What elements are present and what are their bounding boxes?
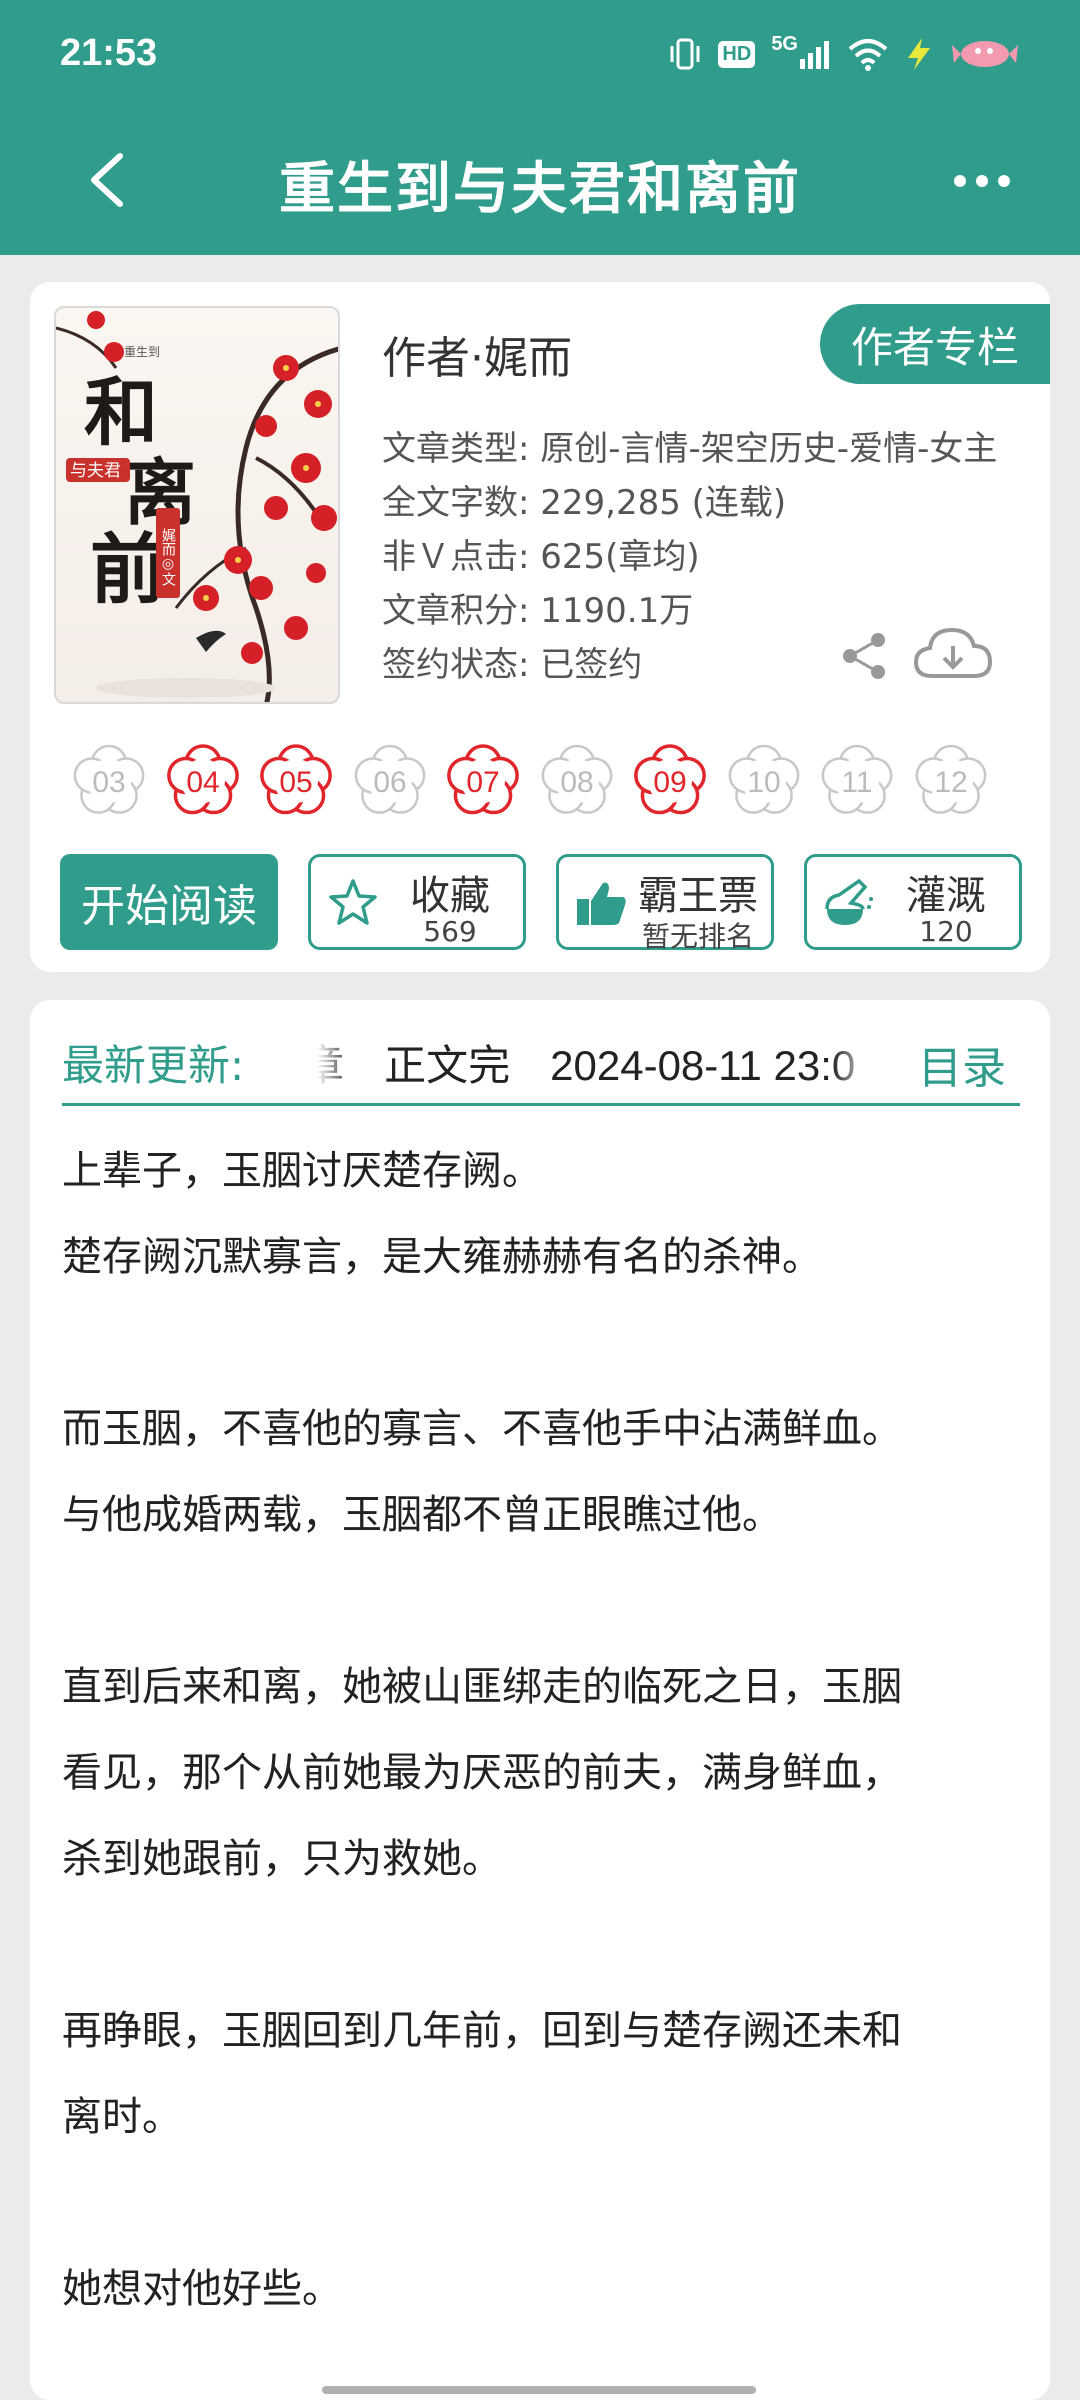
hd-icon: HD <box>718 34 756 74</box>
author-column-button[interactable]: 作者专栏 <box>820 304 1050 384</box>
synopsis-line <box>62 1902 1022 1988</box>
table-of-contents-link[interactable]: 目录 <box>918 1032 1006 1096</box>
status-icons: HD 5G <box>668 32 1020 74</box>
cover-series: 重生到 <box>124 345 160 359</box>
synopsis-line: 看见，那个从前她最为厌恶的前夫，满身鲜血， <box>62 1750 902 1796</box>
page-title: 重生到与夫君和离前 <box>279 157 801 222</box>
nutrient-bottle-icon <box>825 878 873 925</box>
start-reading-button[interactable]: 开始阅读 <box>60 854 278 950</box>
action-row: 开始阅读 收藏 569 霸王票 暂无排名 灌溉 120 <box>60 854 1022 953</box>
signal-icon: 5G <box>771 32 832 74</box>
synopsis-line: 杀到她跟前，只为救她。 <box>62 1836 502 1882</box>
episode-label: 06 <box>373 766 406 799</box>
synopsis-line: 再睁眼，玉胭回到几年前，回到与楚存阙还未和 <box>62 2008 902 2054</box>
synopsis-line: 她想对他好些。 <box>62 2266 342 2312</box>
episode-flower-03[interactable]: 03 <box>68 738 150 820</box>
episode-flower-10[interactable]: 10 <box>723 738 805 820</box>
overlord-ticket-label: 霸王票 <box>638 873 758 919</box>
cover-subtitle: 与夫君 <box>70 461 121 481</box>
charging-icon <box>904 34 934 74</box>
episode-flower-08[interactable]: 08 <box>536 738 618 820</box>
episode-label: 03 <box>92 766 125 799</box>
favorite-count: 569 <box>423 915 477 948</box>
more-button[interactable] <box>942 166 1022 196</box>
latest-chapter-status: 正文完 <box>384 1041 511 1090</box>
episode-label: 04 <box>186 766 219 799</box>
back-button[interactable] <box>80 148 140 212</box>
more-dot <box>976 175 988 187</box>
wifi-icon <box>848 34 888 74</box>
episode-label: 08 <box>560 766 593 799</box>
latest-update-text: 章 正文完 2024-08-11 23:0 <box>302 1032 882 1093</box>
synopsis-line: 而玉胭，不喜他的寡言、不喜他手中沾满鲜血。 <box>62 1406 902 1452</box>
vibrate-icon <box>668 34 702 74</box>
episode-flower-09[interactable]: 09 <box>629 738 711 820</box>
book-cover[interactable]: 重生到 和 离 前 与夫君 娓而◎文 <box>54 306 340 704</box>
episode-label: 07 <box>466 766 499 799</box>
synopsis-card: 最新更新: 章 正文完 2024-08-11 23:0 目录 上辈子，玉胭讨厌楚… <box>30 1000 1050 2400</box>
episode-label: 05 <box>279 766 312 799</box>
chevron-left-icon <box>91 153 123 207</box>
meta-word-count: 全文字数: 229,285 (连载) <box>382 483 787 523</box>
status-time: 21:53 <box>60 32 158 74</box>
synopsis-line: 上辈子，玉胭讨厌楚存阙。 <box>62 1148 542 1194</box>
hd-badge: HD <box>718 40 756 68</box>
synopsis-line: 楚存阙沉默寡言，是大雍赫赫有名的杀神。 <box>62 1234 822 1280</box>
latest-update-bar[interactable]: 最新更新: 章 正文完 2024-08-11 23:0 目录 <box>62 1020 1020 1106</box>
episode-flower-06[interactable]: 06 <box>349 738 431 820</box>
irrigate-button[interactable]: 灌溉 120 <box>804 854 1022 950</box>
marquee-fade-left <box>302 1020 352 1100</box>
nav-bar: 重生到与夫君和离前 <box>0 130 1080 230</box>
favorite-label: 收藏 <box>410 873 490 919</box>
overlord-ticket-rank: 暂无排名 <box>641 920 754 953</box>
episode-label: 10 <box>747 766 780 799</box>
home-indicator[interactable] <box>322 2386 756 2394</box>
synopsis-line: 与他成婚两载，玉胭都不曾正眼瞧过他。 <box>62 1492 782 1538</box>
cover-char-1: 和 <box>84 370 158 456</box>
synopsis-line <box>62 1558 1022 1644</box>
favorite-button[interactable]: 收藏 569 <box>308 854 526 950</box>
marquee-fade-right <box>832 1020 892 1100</box>
irrigate-count: 120 <box>919 915 973 948</box>
thumbs-up-icon <box>577 882 626 925</box>
more-dots-icon <box>954 175 966 187</box>
episode-flower-05[interactable]: 05 <box>255 738 337 820</box>
overlord-ticket-button[interactable]: 霸王票 暂无排名 <box>556 854 774 953</box>
synopsis-line <box>62 1300 1022 1386</box>
battery-icon <box>950 34 1020 74</box>
book-info-card: 重生到 和 离 前 与夫君 娓而◎文 作者·娓而 作者专栏 文章类型: 原创-言… <box>30 282 1050 972</box>
episode-label: 09 <box>653 766 686 799</box>
episode-flower-row: 03 04 05 06 07 08 09 10 11 12 <box>68 738 1050 838</box>
cover-art: 重生到 和 离 前 与夫君 娓而◎文 <box>56 311 338 702</box>
author-name[interactable]: 作者·娓而 <box>382 322 572 386</box>
cloud-download-icon[interactable] <box>912 622 994 686</box>
irrigate-label: 灌溉 <box>906 873 986 919</box>
episode-label: 11 <box>841 766 872 799</box>
meta-clicks: 非Ｖ点击: 625(章均) <box>382 537 700 577</box>
episode-flower-04[interactable]: 04 <box>162 738 244 820</box>
app-header: 21:53 HD 5G 重生到与夫君和离前 <box>0 0 1080 255</box>
synopsis-line: 离时。 <box>62 2094 182 2140</box>
meta-genre: 文章类型: 原创-言情-架空历史-爱情-女主 <box>382 429 998 469</box>
synopsis-line <box>62 2160 1022 2246</box>
synopsis-text: 上辈子，玉胭讨厌楚存阙。楚存阙沉默寡言，是大雍赫赫有名的杀神。而玉胭，不喜他的寡… <box>62 1128 1022 2332</box>
cover-author-stamp: 娓而◎文 <box>160 528 176 586</box>
star-icon <box>329 879 377 925</box>
latest-update-timestamp: 2024-08-11 23:0 <box>550 1042 856 1089</box>
latest-update-label: 最新更新: <box>62 1041 245 1090</box>
more-dot <box>998 175 1010 187</box>
network-type: 5G <box>771 32 798 55</box>
episode-flower-07[interactable]: 07 <box>442 738 524 820</box>
status-bar: 21:53 HD 5G <box>0 0 1080 110</box>
episode-flower-11[interactable]: 11 <box>816 738 898 820</box>
share-icon[interactable] <box>838 630 890 682</box>
episode-label: 12 <box>934 766 967 799</box>
episode-flower-12[interactable]: 12 <box>910 738 992 820</box>
synopsis-line: 直到后来和离，她被山匪绑走的临死之日，玉胭 <box>62 1664 902 1710</box>
cover-char-3: 前 <box>90 525 166 614</box>
